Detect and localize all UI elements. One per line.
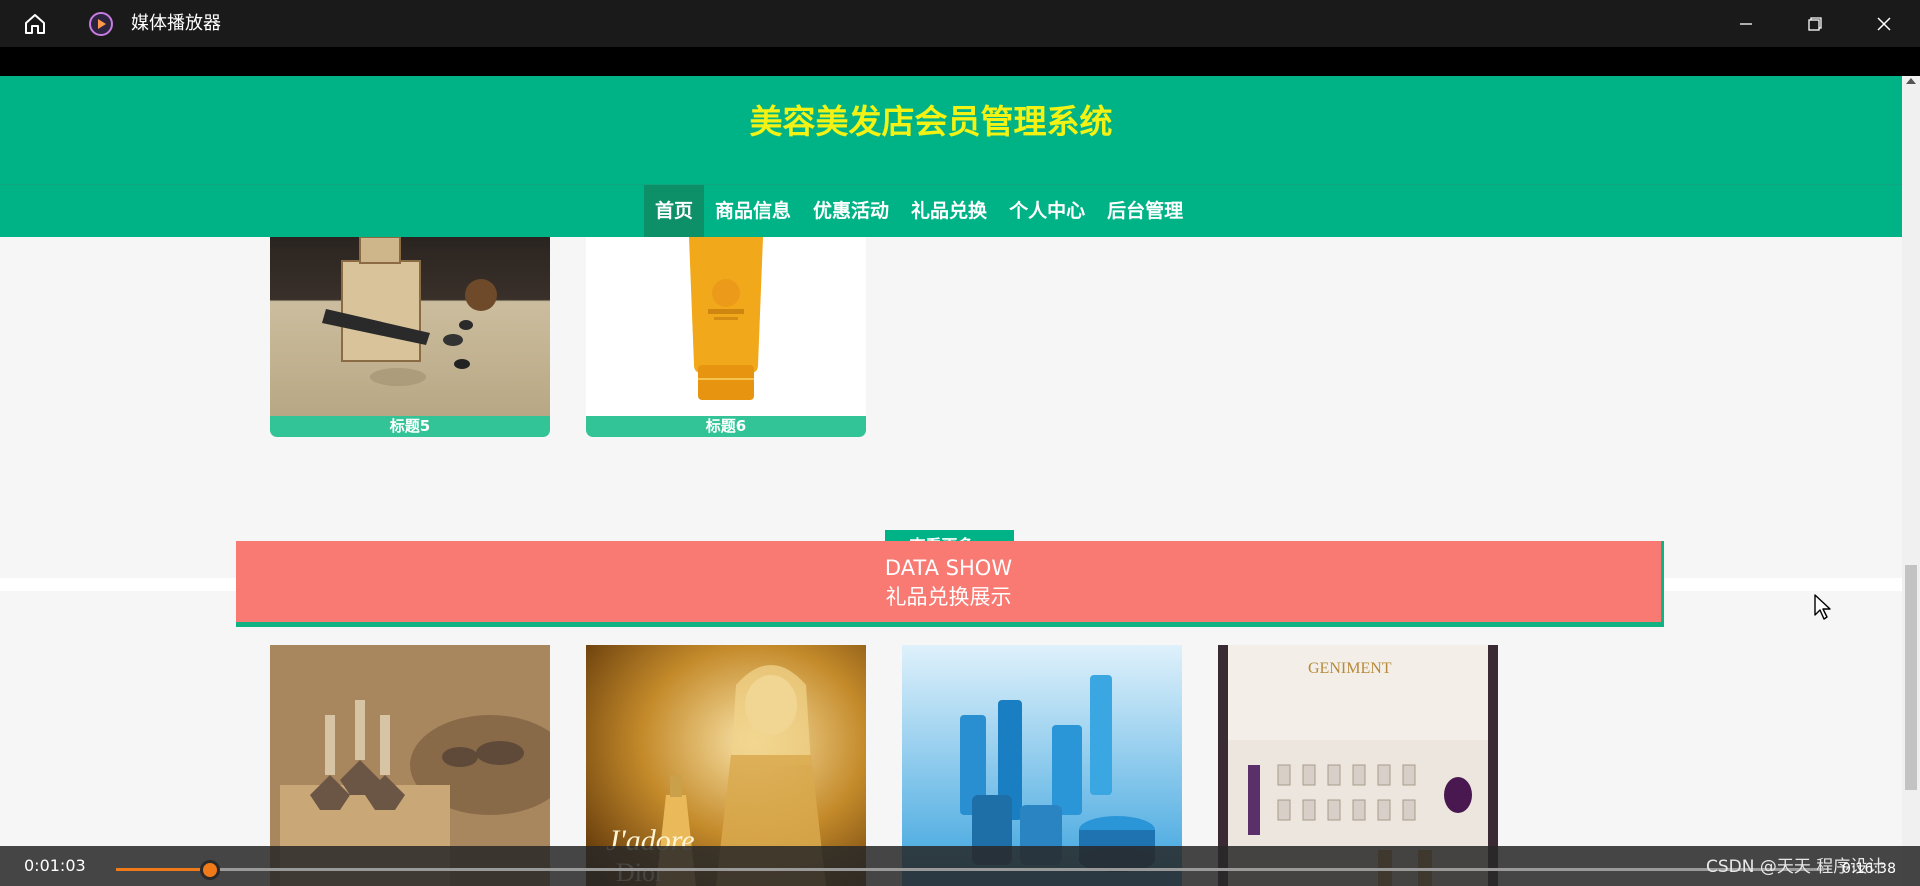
media-player-icon	[88, 11, 114, 37]
nav-item-products[interactable]: 商品信息	[704, 185, 802, 237]
scroll-up-icon[interactable]	[1906, 78, 1916, 84]
home-icon[interactable]	[22, 11, 48, 37]
site-header: 美容美发店会员管理系统	[0, 76, 1902, 184]
seek-progress	[116, 868, 210, 871]
mouse-cursor-icon	[1813, 593, 1833, 625]
section-banner: DATA SHOW 礼品兑换展示	[236, 541, 1664, 627]
svg-text:GENIMENT: GENIMENT	[1308, 660, 1392, 677]
site-title: 美容美发店会员管理系统	[749, 102, 1113, 141]
total-time: 0:16:38	[1842, 861, 1896, 877]
player-titlebar: 媒体播放器	[0, 0, 1920, 47]
section-title-cn: 礼品兑换展示	[885, 585, 1012, 609]
nav-item-personal-center[interactable]: 个人中心	[998, 185, 1096, 237]
player-controls: 0:01:03 CSDN @天天 程序设计 0:16:38	[0, 846, 1920, 886]
section-title-en: DATA SHOW	[884, 556, 1013, 580]
site-nav: 首页 商品信息 优惠活动 礼品兑换 个人中心 后台管理	[0, 184, 1902, 237]
minimize-button[interactable]	[1712, 0, 1780, 47]
gift-section: 标题5 标题6 查看更多 »	[0, 237, 1902, 591]
nav-item-admin[interactable]: 后台管理	[1096, 185, 1194, 237]
moxibustion-box-image	[270, 237, 550, 416]
gift-card-caption: 标题5	[270, 416, 550, 437]
window-title: 媒体播放器	[131, 13, 221, 34]
scrollbar-thumb[interactable]	[1905, 565, 1917, 790]
seek-bar[interactable]	[116, 860, 1824, 880]
current-time: 0:01:03	[24, 856, 86, 875]
nav-item-promotions[interactable]: 优惠活动	[802, 185, 900, 237]
nav-item-home[interactable]: 首页	[644, 185, 705, 237]
gift-card-caption: 标题6	[586, 416, 866, 437]
sunscreen-tube-image	[586, 237, 866, 416]
gift-card[interactable]: 标题6	[586, 237, 866, 437]
close-button[interactable]	[1850, 0, 1918, 47]
seek-handle[interactable]	[199, 860, 220, 880]
video-frame: 标题5 标题6 查看更多 » DATA SHOW 礼品兑换展示	[0, 76, 1902, 886]
nav-item-gift-exchange[interactable]: 礼品兑换	[900, 185, 998, 237]
video-letterbox	[0, 47, 1920, 76]
restore-button[interactable]	[1781, 0, 1849, 47]
page-scrollbar[interactable]	[1902, 76, 1920, 886]
gift-card[interactable]: 标题5	[270, 237, 550, 437]
